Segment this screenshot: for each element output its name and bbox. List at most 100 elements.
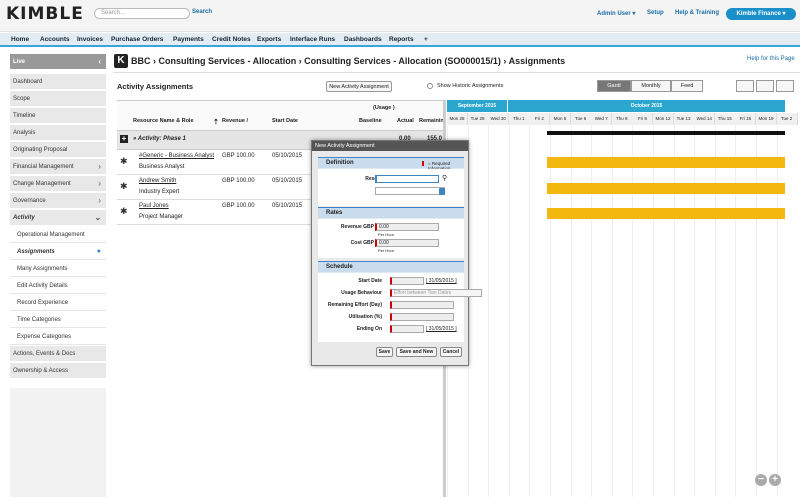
search-button[interactable]: Search xyxy=(192,9,212,15)
new-assignment-button[interactable]: New Activity Assignment xyxy=(326,81,392,92)
search-input[interactable]: Search... xyxy=(94,8,190,19)
breadcrumb[interactable]: BBC › Consulting Services - Allocation ›… xyxy=(131,56,565,66)
utilisation-input[interactable] xyxy=(390,313,454,321)
revenue-gbp-input[interactable]: 0.00 xyxy=(375,223,439,231)
gantt-day-header: Mon 5 xyxy=(550,113,571,125)
chevron-down-icon: ⌄ xyxy=(94,213,101,222)
layout-grid-icon[interactable] xyxy=(776,80,794,92)
resource-name-link[interactable]: Paul Jones xyxy=(139,203,169,209)
sidebar-item-actions-events-docs[interactable]: Actions, Events & Docs xyxy=(10,346,106,362)
kimble-k-icon: K xyxy=(114,54,128,68)
layout-list-icon[interactable] xyxy=(736,80,754,92)
phase-bar[interactable] xyxy=(547,131,785,135)
gantt-month-oct: October 2015 xyxy=(507,100,785,112)
sidebar-live[interactable]: Live ‹ xyxy=(10,54,106,70)
remaining-effort-input[interactable] xyxy=(390,301,454,309)
gear-icon[interactable]: ✱ xyxy=(120,156,128,167)
save-and-new-button[interactable]: Save and New xyxy=(396,347,437,357)
gantt-day-header: Tue 29 xyxy=(467,113,489,125)
start-date-today-link[interactable]: [ 31/05/2015 ] xyxy=(426,278,457,284)
sidebar-item-operational-management[interactable]: Operational Management xyxy=(10,227,106,243)
sidebar-item-many-assignments[interactable]: Many Assignments xyxy=(10,261,106,277)
gantt-gridline xyxy=(611,126,613,497)
sort-icon[interactable]: ⇡ xyxy=(213,118,219,126)
ending-on-input[interactable] xyxy=(390,325,424,333)
sidebar-item-financial-management[interactable]: Financial Management › xyxy=(10,159,106,175)
help-page-link[interactable]: Help for this Page xyxy=(747,56,795,62)
col-revenue[interactable]: Revenue / xyxy=(222,118,248,124)
col-actual[interactable]: Actual xyxy=(397,118,414,124)
nav-purchase-orders[interactable]: Purchase Orders xyxy=(111,36,163,43)
gear-icon[interactable]: ✱ xyxy=(120,181,128,192)
gantt-gridline xyxy=(508,126,510,497)
assignment-bar[interactable] xyxy=(547,208,785,219)
historic-radio[interactable] xyxy=(427,83,433,89)
feed-view-button[interactable]: Feed xyxy=(671,80,703,92)
col-baseline[interactable]: Baseline xyxy=(359,118,382,124)
sidebar-item-record-experience[interactable]: Record Experience xyxy=(10,295,106,311)
cost-gbp-input[interactable]: 0.00 xyxy=(375,239,439,247)
sidebar-item-analysis[interactable]: Analysis xyxy=(10,125,106,141)
start-date: 05/10/2015 xyxy=(272,203,303,209)
sidebar-live-label: Live xyxy=(13,59,26,65)
col-start[interactable]: Start Date xyxy=(272,118,298,124)
nav-payments[interactable]: Payments xyxy=(173,36,204,43)
per-hour-label: Per Hour xyxy=(378,232,395,237)
gantt-view-button[interactable]: Gantt xyxy=(597,80,631,92)
resource-name-link[interactable]: Andrew Smith xyxy=(139,178,176,184)
assignment-bar[interactable] xyxy=(547,157,785,168)
nav-more-plus-icon[interactable]: + xyxy=(424,36,428,43)
admin-user-label: Admin User xyxy=(597,11,631,17)
sidebar-item-expense-categories[interactable]: Expense Categories xyxy=(10,329,106,345)
gantt-day-header: Wed 14 xyxy=(694,113,716,125)
admin-user-menu[interactable]: Admin User ▾ xyxy=(597,10,635,17)
nav-dashboards[interactable]: Dashboards xyxy=(344,36,382,43)
zoom-in-icon[interactable]: + xyxy=(769,474,781,486)
sidebar-item-ownership-access[interactable]: Ownership & Access xyxy=(10,363,106,379)
nav-home[interactable]: Home xyxy=(11,36,29,43)
save-button[interactable]: Save xyxy=(376,347,393,357)
sidebar-item-originating-proposal[interactable]: Originating Proposal xyxy=(10,142,106,158)
help-training-link[interactable]: Help & Training xyxy=(675,10,719,16)
sidebar-item-assignments[interactable]: Assignments ● xyxy=(10,244,106,260)
usage-behaviour-select[interactable]: Effort between Two Dates xyxy=(390,289,482,297)
gear-icon[interactable]: ✱ xyxy=(120,206,128,217)
lookup-search-icon[interactable]: ⚲ xyxy=(442,174,447,182)
sidebar-item-time-categories[interactable]: Time Categories xyxy=(10,312,106,328)
sidebar-item-activity[interactable]: Activity ⌄ xyxy=(10,210,106,226)
nav-exports[interactable]: Exports xyxy=(257,36,281,43)
app-switcher[interactable]: Kimble Finance ▾ xyxy=(726,8,796,20)
zoom-out-icon[interactable]: − xyxy=(755,474,767,486)
gantt-gridline xyxy=(632,126,634,497)
gantt-gridline xyxy=(756,126,757,497)
col-remaining[interactable]: Remainin xyxy=(419,118,444,124)
nav-invoices[interactable]: Invoices xyxy=(77,36,103,43)
col-resource[interactable]: Resource Name & Role xyxy=(133,118,194,124)
nav-interface-runs[interactable]: Interface Runs xyxy=(290,36,335,43)
sidebar-item-governance[interactable]: Governance › xyxy=(10,193,106,209)
monthly-view-button[interactable]: Monthly xyxy=(631,80,671,92)
sidebar-item-change-management[interactable]: Change Management › xyxy=(10,176,106,192)
nav-accounts[interactable]: Accounts xyxy=(40,36,70,43)
assignment-bar[interactable] xyxy=(547,183,785,194)
cancel-button[interactable]: Cancel xyxy=(440,347,462,357)
start-date-input[interactable] xyxy=(390,277,424,285)
sidebar-item-scope[interactable]: Scope xyxy=(10,91,106,107)
sidebar-item-dashboard[interactable]: Dashboard xyxy=(10,74,106,90)
kimble-logo[interactable]: KIMBLE xyxy=(6,4,84,24)
nav-credit-notes[interactable]: Credit Notes xyxy=(212,36,251,43)
resource-name-link[interactable]: #Generic - Business Analyst xyxy=(139,153,214,159)
role-select[interactable] xyxy=(375,187,445,195)
expand-plus-icon[interactable]: + xyxy=(120,135,128,143)
layout-split-icon[interactable] xyxy=(756,80,774,92)
sidebar-item-timeline[interactable]: Timeline xyxy=(10,108,106,124)
select-arrow-icon[interactable] xyxy=(439,188,445,195)
per-hour-label: Per Hour xyxy=(378,248,395,253)
setup-link[interactable]: Setup xyxy=(647,10,664,16)
sidebar-item-edit-activity-details[interactable]: Edit Activity Details xyxy=(10,278,106,294)
start-date-label: Start Date xyxy=(358,278,382,284)
resource-input[interactable] xyxy=(375,175,439,183)
ending-on-today-link[interactable]: [ 31/05/2015 ] xyxy=(426,326,457,332)
revenue-gbp-label: Revenue GBP xyxy=(340,224,374,230)
nav-reports[interactable]: Reports xyxy=(389,36,414,43)
